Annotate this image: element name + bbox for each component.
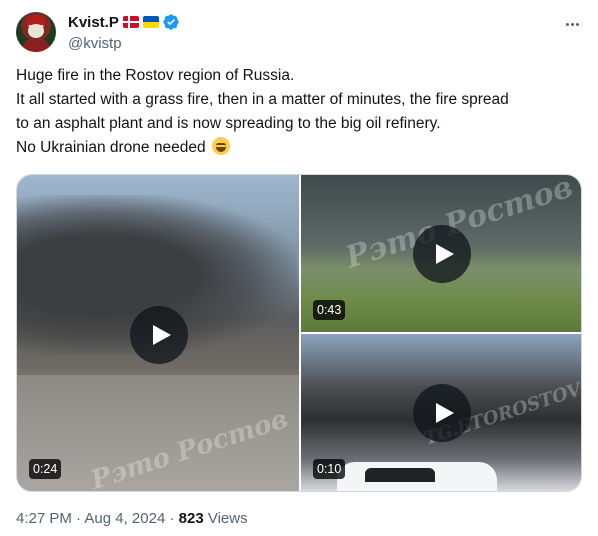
views-label: Views	[207, 510, 248, 527]
ukraine-flag-icon	[142, 16, 159, 28]
play-button-icon[interactable]	[413, 225, 471, 283]
video-duration: 0:43	[313, 300, 346, 320]
grinning-squinting-face-emoji-icon	[211, 137, 230, 155]
meta-separator: ·	[169, 510, 175, 527]
tweet-line: It all started with a grass fire, then i…	[16, 91, 509, 108]
tweet-header: Kvist.P @kvistp	[16, 12, 582, 56]
video-thumbnail[interactable]: TG.ETOROSTOV 0:10	[301, 334, 581, 491]
user-handle[interactable]: @kvistp	[68, 35, 180, 52]
avatar[interactable]	[16, 12, 56, 52]
video-thumbnail[interactable]: Рэто Ростов 0:43	[301, 175, 581, 332]
more-options-icon[interactable]	[562, 14, 582, 34]
video-duration: 0:10	[313, 459, 346, 479]
play-button-icon[interactable]	[413, 384, 471, 442]
tweet-line: to an asphalt plant and is now spreading…	[16, 115, 441, 132]
tweet-text: Huge fire in the Rostov region of Russia…	[16, 64, 586, 160]
author-names: Kvist.P @kvistp	[68, 12, 180, 52]
tweet-meta: 4:27 PM · Aug 4, 2024 · 823 Views	[16, 510, 248, 527]
video-duration: 0:24	[29, 459, 62, 479]
tweet-line-text: No Ukrainian drone needed	[16, 139, 206, 156]
display-name[interactable]: Kvist.P	[68, 14, 119, 31]
tweet-line: No Ukrainian drone needed	[16, 136, 586, 160]
media-grid: Рэто Ростов 0:24 Рэто Ростов 0:43 TG.ETO…	[16, 174, 582, 492]
meta-separator: ·	[76, 510, 82, 527]
tweet-date[interactable]: Aug 4, 2024	[84, 510, 165, 527]
video-thumbnail[interactable]: Рэто Ростов 0:24	[17, 175, 299, 491]
verified-badge-icon[interactable]	[162, 13, 180, 31]
tweet-time[interactable]: 4:27 PM	[16, 510, 72, 527]
play-button-icon[interactable]	[130, 306, 188, 364]
denmark-flag-icon	[122, 16, 139, 28]
tweet-line: Huge fire in the Rostov region of Russia…	[16, 67, 295, 84]
views-count[interactable]: 823	[179, 510, 204, 527]
